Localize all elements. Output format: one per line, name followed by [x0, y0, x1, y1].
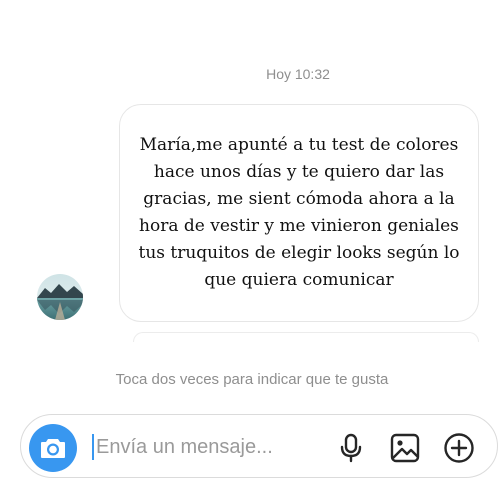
camera-button[interactable] [29, 424, 77, 472]
sender-avatar[interactable] [37, 274, 83, 320]
message-composer [20, 414, 498, 478]
message-line: María,me apunté a tu test de colores [139, 135, 459, 155]
message-timestamp: Hoy 10:32 [266, 66, 330, 82]
plus-circle-icon [444, 433, 474, 463]
text-cursor [92, 434, 94, 460]
like-hint-text: Toca dos veces para indicar que te gusta [115, 371, 389, 388]
avatar-image [37, 274, 83, 320]
add-button[interactable] [443, 432, 475, 464]
message-line: gracias, me sient cómoda ahora a la [143, 189, 455, 209]
message-line: hace unos días y te quiero dar las [153, 162, 445, 182]
gallery-button[interactable] [389, 432, 421, 464]
image-icon [390, 433, 420, 463]
message-line: que quiera comunicar [204, 270, 394, 290]
message-input[interactable] [96, 429, 316, 465]
microphone-button[interactable] [335, 432, 367, 464]
microphone-icon [340, 433, 362, 463]
message-line: hora de vestir y me vinieron geniales [139, 216, 459, 236]
camera-icon [41, 439, 65, 458]
message-bubble[interactable]: María,me apunté a tu test de colores hac… [119, 104, 479, 322]
message-text: María,me apunté a tu test de colores hac… [138, 132, 459, 294]
message-line: tus truquitos de elegir looks según lo [138, 243, 460, 263]
next-message-bubble-edge [133, 332, 479, 342]
